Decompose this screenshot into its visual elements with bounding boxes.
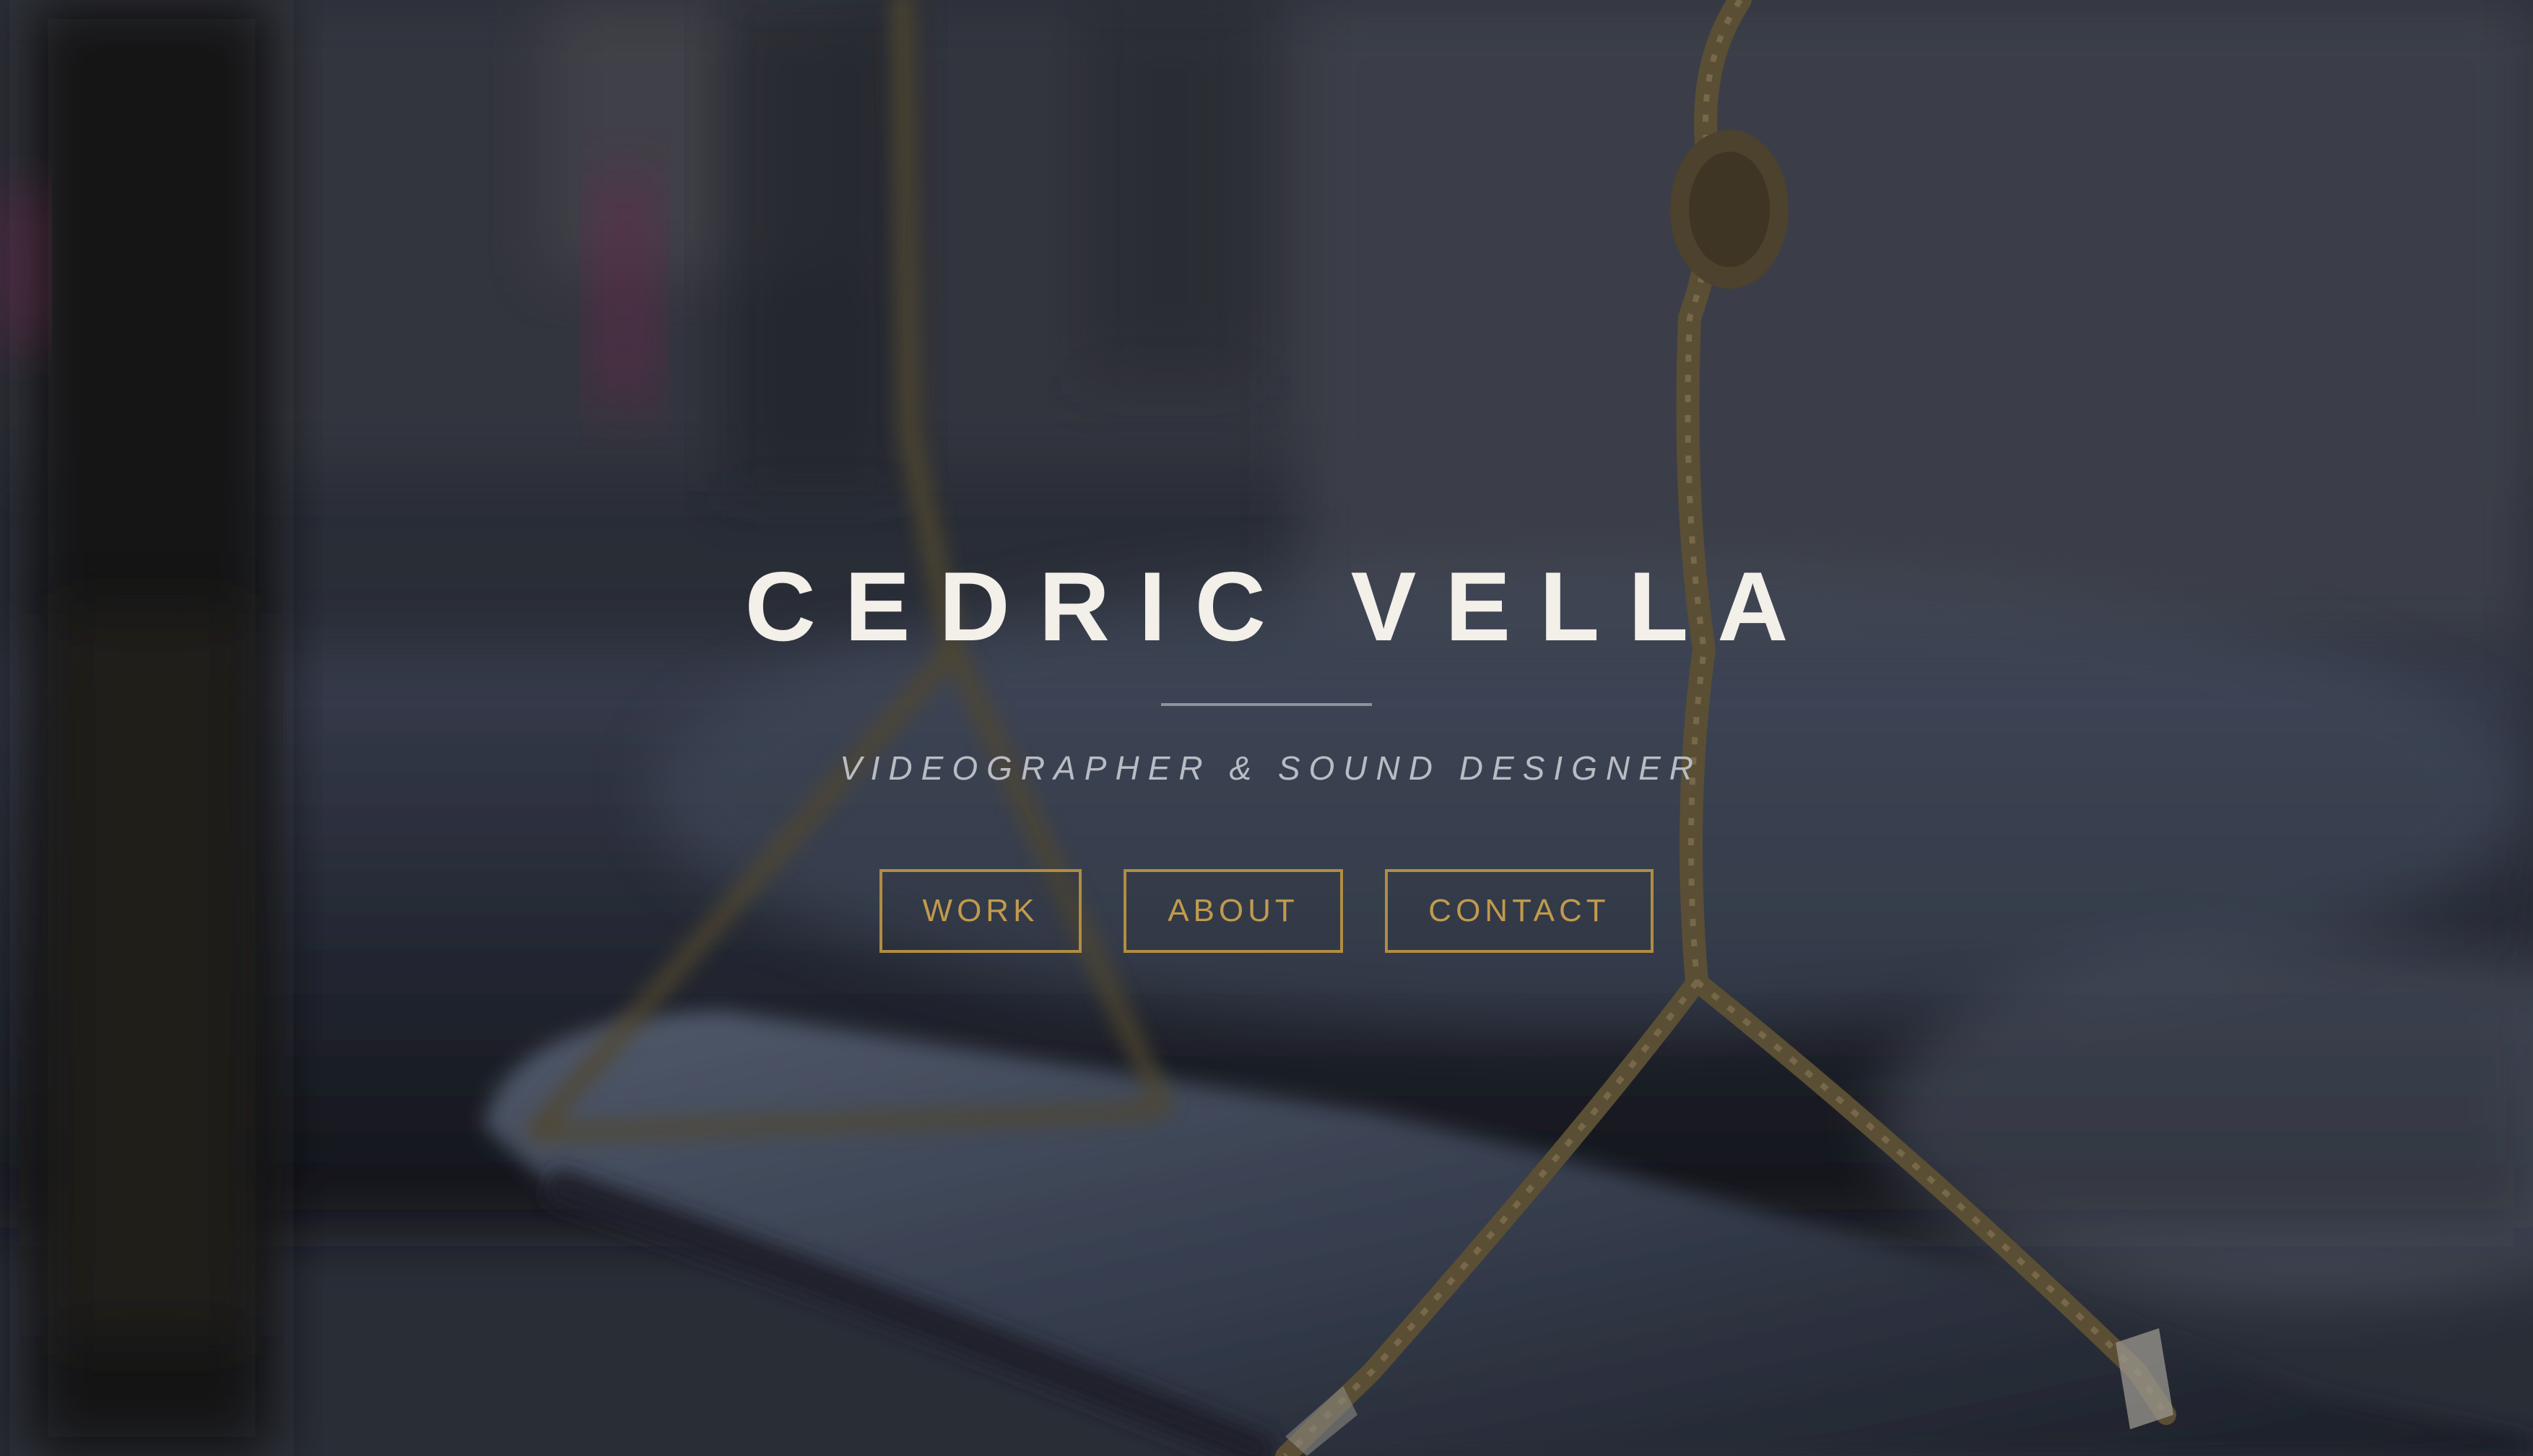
about-button[interactable]: ABOUT: [1124, 869, 1343, 953]
site-title: CEDRIC VELLA: [744, 552, 1817, 661]
hero-section: CEDRIC VELLA VIDEOGRAPHER & SOUND DESIGN…: [0, 0, 2533, 1456]
contact-button[interactable]: CONTACT: [1385, 869, 1654, 953]
site-subtitle: VIDEOGRAPHER & SOUND DESIGNER: [839, 749, 1703, 787]
work-button[interactable]: WORK: [879, 869, 1082, 953]
hero-content: CEDRIC VELLA VIDEOGRAPHER & SOUND DESIGN…: [0, 549, 2533, 953]
title-divider: [1161, 703, 1372, 706]
main-nav: WORK ABOUT CONTACT: [0, 869, 2533, 953]
